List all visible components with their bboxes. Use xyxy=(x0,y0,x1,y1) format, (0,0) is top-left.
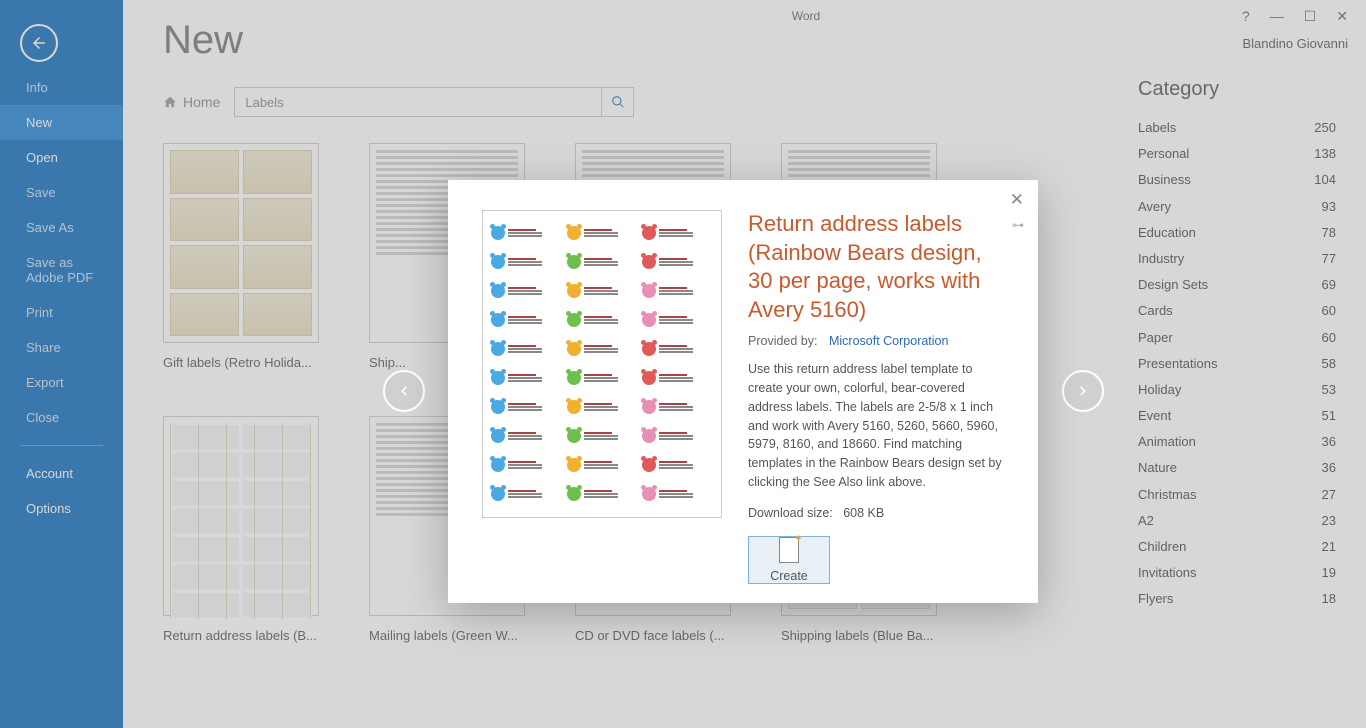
download-size-label: Download size: xyxy=(748,506,833,520)
provided-by-label: Provided by: xyxy=(748,334,817,348)
download-size-value: 608 KB xyxy=(843,506,884,520)
create-button[interactable]: Create xyxy=(748,536,830,584)
modal-close-button[interactable]: ✕ xyxy=(1010,190,1024,210)
template-title: Return address labels (Rainbow Bears des… xyxy=(748,210,1004,324)
create-button-label: Create xyxy=(770,569,808,583)
document-icon xyxy=(779,537,799,563)
template-description: Use this return address label template t… xyxy=(748,360,1004,491)
template-preview-image xyxy=(482,210,722,518)
next-template-button[interactable] xyxy=(1062,370,1104,412)
provider-link[interactable]: Microsoft Corporation xyxy=(829,334,949,348)
template-preview-modal: ✕ ⊶ Return address labels (Rainbow Bears… xyxy=(448,180,1038,603)
modal-pin-button[interactable]: ⊶ xyxy=(1012,218,1024,232)
chevron-right-icon xyxy=(1076,384,1090,398)
prev-template-button[interactable] xyxy=(383,370,425,412)
chevron-left-icon xyxy=(397,384,411,398)
